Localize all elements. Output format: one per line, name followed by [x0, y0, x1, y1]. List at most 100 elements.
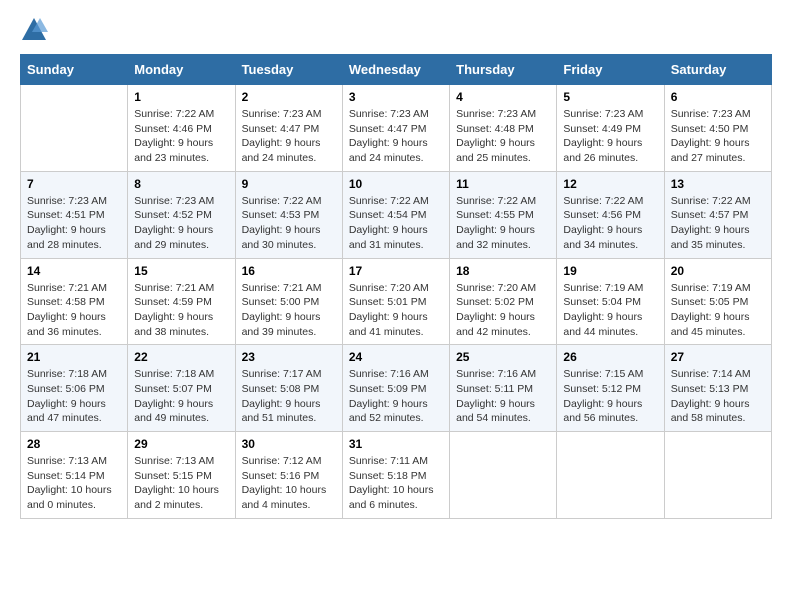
week-row: 21 Sunrise: 7:18 AM Sunset: 5:06 PM Dayli…	[21, 345, 772, 432]
logo	[20, 16, 52, 44]
week-row: 7 Sunrise: 7:23 AM Sunset: 4:51 PM Daylig…	[21, 171, 772, 258]
calendar-cell: 29Sunrise: 7:13 AM Sunset: 5:15 PM Dayli…	[128, 432, 235, 519]
calendar-cell: 14 Sunrise: 7:21 AM Sunset: 4:58 PM Dayli…	[21, 258, 128, 345]
day-info: Sunrise: 7:22 AM Sunset: 4:46 PM Dayligh…	[134, 107, 228, 166]
calendar-cell: 25 Sunrise: 7:16 AM Sunset: 5:11 PM Dayli…	[450, 345, 557, 432]
day-info: Sunrise: 7:11 AM Sunset: 5:18 PM Dayligh…	[349, 454, 443, 513]
day-number: 15	[134, 264, 228, 278]
calendar-cell: 6 Sunrise: 7:23 AM Sunset: 4:50 PM Daylig…	[664, 85, 771, 172]
day-number: 27	[671, 350, 765, 364]
day-info: Sunrise: 7:23 AM Sunset: 4:51 PM Dayligh…	[27, 194, 121, 253]
day-info: Sunrise: 7:13 AM Sunset: 5:14 PM Dayligh…	[27, 454, 121, 513]
day-info: Sunrise: 7:23 AM Sunset: 4:47 PM Dayligh…	[242, 107, 336, 166]
day-number: 2	[242, 90, 336, 104]
day-number: 12	[563, 177, 657, 191]
logo-icon	[20, 16, 48, 44]
calendar-cell: 22 Sunrise: 7:18 AM Sunset: 5:07 PM Dayli…	[128, 345, 235, 432]
day-info: Sunrise: 7:21 AM Sunset: 4:58 PM Dayligh…	[27, 281, 121, 340]
day-number: 25	[456, 350, 550, 364]
calendar-cell: 15 Sunrise: 7:21 AM Sunset: 4:59 PM Dayli…	[128, 258, 235, 345]
calendar-cell: 9 Sunrise: 7:22 AM Sunset: 4:53 PM Daylig…	[235, 171, 342, 258]
calendar-cell: 20Sunrise: 7:19 AM Sunset: 5:05 PM Dayli…	[664, 258, 771, 345]
calendar-cell: 28Sunrise: 7:13 AM Sunset: 5:14 PM Dayli…	[21, 432, 128, 519]
day-info: Sunrise: 7:17 AM Sunset: 5:08 PM Dayligh…	[242, 367, 336, 426]
day-info: Sunrise: 7:15 AM Sunset: 5:12 PM Dayligh…	[563, 367, 657, 426]
day-info: Sunrise: 7:22 AM Sunset: 4:54 PM Dayligh…	[349, 194, 443, 253]
day-number: 14	[27, 264, 121, 278]
calendar-cell	[664, 432, 771, 519]
day-info: Sunrise: 7:21 AM Sunset: 5:00 PM Dayligh…	[242, 281, 336, 340]
day-info: Sunrise: 7:22 AM Sunset: 4:55 PM Dayligh…	[456, 194, 550, 253]
column-header-tuesday: Tuesday	[235, 55, 342, 85]
week-row: 1 Sunrise: 7:22 AM Sunset: 4:46 PM Daylig…	[21, 85, 772, 172]
header-row: SundayMondayTuesdayWednesdayThursdayFrid…	[21, 55, 772, 85]
calendar-cell: 21 Sunrise: 7:18 AM Sunset: 5:06 PM Dayli…	[21, 345, 128, 432]
day-number: 26	[563, 350, 657, 364]
week-row: 14 Sunrise: 7:21 AM Sunset: 4:58 PM Dayli…	[21, 258, 772, 345]
column-header-thursday: Thursday	[450, 55, 557, 85]
day-number: 21	[27, 350, 121, 364]
calendar-cell	[450, 432, 557, 519]
day-number: 24	[349, 350, 443, 364]
day-number: 6	[671, 90, 765, 104]
day-number: 18	[456, 264, 550, 278]
calendar-cell: 3Sunrise: 7:23 AM Sunset: 4:47 PM Daylig…	[342, 85, 449, 172]
day-number: 11	[456, 177, 550, 191]
day-number: 1	[134, 90, 228, 104]
calendar-cell: 13 Sunrise: 7:22 AM Sunset: 4:57 PM Dayli…	[664, 171, 771, 258]
calendar-cell	[21, 85, 128, 172]
column-header-saturday: Saturday	[664, 55, 771, 85]
calendar-cell: 17 Sunrise: 7:20 AM Sunset: 5:01 PM Dayli…	[342, 258, 449, 345]
calendar-cell: 12 Sunrise: 7:22 AM Sunset: 4:56 PM Dayli…	[557, 171, 664, 258]
day-info: Sunrise: 7:14 AM Sunset: 5:13 PM Dayligh…	[671, 367, 765, 426]
day-info: Sunrise: 7:23 AM Sunset: 4:49 PM Dayligh…	[563, 107, 657, 166]
calendar-cell: 2 Sunrise: 7:23 AM Sunset: 4:47 PM Daylig…	[235, 85, 342, 172]
day-number: 31	[349, 437, 443, 451]
calendar-cell: 7 Sunrise: 7:23 AM Sunset: 4:51 PM Daylig…	[21, 171, 128, 258]
day-info: Sunrise: 7:22 AM Sunset: 4:56 PM Dayligh…	[563, 194, 657, 253]
column-header-wednesday: Wednesday	[342, 55, 449, 85]
day-info: Sunrise: 7:23 AM Sunset: 4:52 PM Dayligh…	[134, 194, 228, 253]
day-number: 9	[242, 177, 336, 191]
calendar-cell: 24 Sunrise: 7:16 AM Sunset: 5:09 PM Dayli…	[342, 345, 449, 432]
day-number: 20	[671, 264, 765, 278]
day-number: 17	[349, 264, 443, 278]
day-number: 8	[134, 177, 228, 191]
day-info: Sunrise: 7:16 AM Sunset: 5:11 PM Dayligh…	[456, 367, 550, 426]
day-info: Sunrise: 7:21 AM Sunset: 4:59 PM Dayligh…	[134, 281, 228, 340]
day-number: 30	[242, 437, 336, 451]
day-number: 13	[671, 177, 765, 191]
column-header-sunday: Sunday	[21, 55, 128, 85]
day-info: Sunrise: 7:22 AM Sunset: 4:57 PM Dayligh…	[671, 194, 765, 253]
day-number: 4	[456, 90, 550, 104]
column-header-friday: Friday	[557, 55, 664, 85]
day-number: 3	[349, 90, 443, 104]
calendar-cell: 26 Sunrise: 7:15 AM Sunset: 5:12 PM Dayli…	[557, 345, 664, 432]
day-number: 16	[242, 264, 336, 278]
day-number: 19	[563, 264, 657, 278]
calendar-cell: 4Sunrise: 7:23 AM Sunset: 4:48 PM Daylig…	[450, 85, 557, 172]
day-info: Sunrise: 7:12 AM Sunset: 5:16 PM Dayligh…	[242, 454, 336, 513]
day-info: Sunrise: 7:18 AM Sunset: 5:07 PM Dayligh…	[134, 367, 228, 426]
day-info: Sunrise: 7:19 AM Sunset: 5:04 PM Dayligh…	[563, 281, 657, 340]
calendar-cell: 30 Sunrise: 7:12 AM Sunset: 5:16 PM Dayli…	[235, 432, 342, 519]
calendar-cell: 23Sunrise: 7:17 AM Sunset: 5:08 PM Dayli…	[235, 345, 342, 432]
day-info: Sunrise: 7:23 AM Sunset: 4:50 PM Dayligh…	[671, 107, 765, 166]
calendar-cell: 27 Sunrise: 7:14 AM Sunset: 5:13 PM Dayli…	[664, 345, 771, 432]
calendar-cell: 19 Sunrise: 7:19 AM Sunset: 5:04 PM Dayli…	[557, 258, 664, 345]
calendar-cell: 18 Sunrise: 7:20 AM Sunset: 5:02 PM Dayli…	[450, 258, 557, 345]
calendar-cell: 10 Sunrise: 7:22 AM Sunset: 4:54 PM Dayli…	[342, 171, 449, 258]
day-number: 5	[563, 90, 657, 104]
calendar-cell: 31 Sunrise: 7:11 AM Sunset: 5:18 PM Dayli…	[342, 432, 449, 519]
day-number: 7	[27, 177, 121, 191]
day-info: Sunrise: 7:22 AM Sunset: 4:53 PM Dayligh…	[242, 194, 336, 253]
day-info: Sunrise: 7:20 AM Sunset: 5:02 PM Dayligh…	[456, 281, 550, 340]
day-info: Sunrise: 7:20 AM Sunset: 5:01 PM Dayligh…	[349, 281, 443, 340]
day-info: Sunrise: 7:13 AM Sunset: 5:15 PM Dayligh…	[134, 454, 228, 513]
day-number: 10	[349, 177, 443, 191]
day-number: 22	[134, 350, 228, 364]
day-info: Sunrise: 7:18 AM Sunset: 5:06 PM Dayligh…	[27, 367, 121, 426]
calendar-cell: 8 Sunrise: 7:23 AM Sunset: 4:52 PM Daylig…	[128, 171, 235, 258]
day-info: Sunrise: 7:16 AM Sunset: 5:09 PM Dayligh…	[349, 367, 443, 426]
calendar-body: 1 Sunrise: 7:22 AM Sunset: 4:46 PM Daylig…	[21, 85, 772, 519]
